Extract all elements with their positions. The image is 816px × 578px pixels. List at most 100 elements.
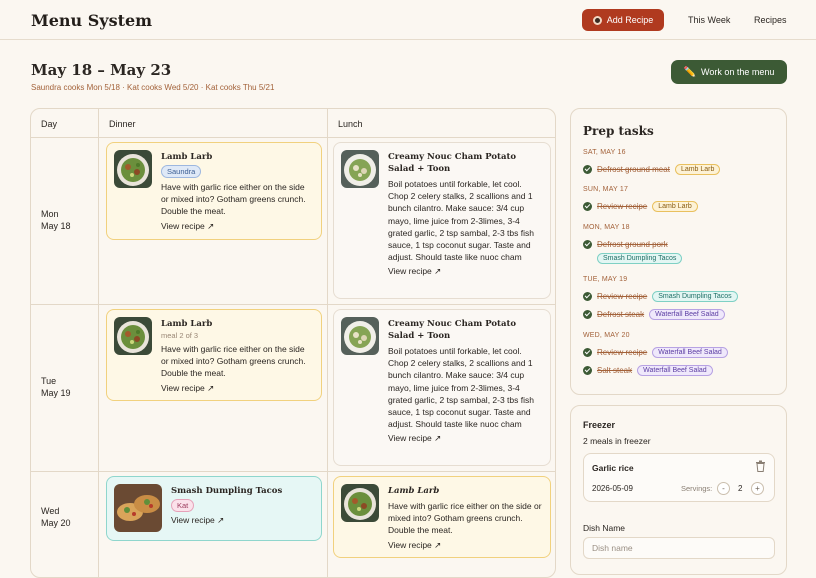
lunch-card[interactable]: Lamb Larb Have with garlic rice either o… bbox=[333, 476, 551, 558]
prep-task[interactable]: Salt steak Waterfall Beef Salad bbox=[583, 364, 713, 377]
recipe-tag-wrap: Smash Dumpling Tacos bbox=[597, 252, 683, 264]
prep-task[interactable]: Review recipe Lamb Larb bbox=[583, 200, 698, 213]
day-name: Tue bbox=[41, 376, 57, 386]
task-name: Salt steak bbox=[597, 366, 633, 375]
view-recipe-link[interactable]: View recipe ↗ bbox=[171, 515, 313, 526]
view-recipe-link[interactable]: View recipe ↗ bbox=[388, 540, 542, 551]
recipe-tag: Waterfall Beef Salad bbox=[637, 365, 713, 376]
recipe-thumbnail bbox=[341, 484, 379, 522]
checked-icon[interactable] bbox=[583, 366, 592, 375]
column-divider bbox=[327, 109, 328, 577]
day-label: Wed May 20 bbox=[41, 505, 71, 529]
checked-icon[interactable] bbox=[583, 165, 592, 174]
task-name: Review recipe bbox=[597, 202, 648, 211]
freezer-item-name: Garlic rice bbox=[592, 463, 634, 473]
prep-tasks-title: Prep tasks bbox=[583, 124, 654, 138]
recipe-title: Creamy Nouc Cham Potato Salad + Toon bbox=[388, 152, 517, 174]
dish-name-input[interactable] bbox=[583, 537, 775, 559]
recipe-tag: Waterfall Beef Salad bbox=[652, 347, 728, 358]
recipe-thumbnail bbox=[341, 150, 379, 188]
lunch-card[interactable]: Creamy Nouc Cham Potato Salad + Toon Boi… bbox=[333, 309, 551, 466]
top-bar: Menu System Add Recipe This Week Recipes bbox=[0, 0, 816, 40]
row-divider bbox=[31, 137, 555, 138]
view-recipe-link[interactable]: View recipe ↗ bbox=[388, 433, 542, 444]
task-name: Review recipe bbox=[597, 348, 648, 357]
recipe-thumbnail bbox=[114, 484, 162, 532]
prep-task[interactable]: Review recipe Waterfall Beef Salad bbox=[583, 346, 728, 359]
nav-this-week[interactable]: This Week bbox=[688, 15, 730, 25]
recipe-description: Have with garlic rice either on the side… bbox=[161, 182, 306, 217]
prep-date-header: MON, MAY 18 bbox=[583, 224, 630, 231]
recipe-tag: Lamb Larb bbox=[674, 164, 721, 175]
checked-icon[interactable] bbox=[583, 348, 592, 357]
prep-date-header: SAT, MAY 16 bbox=[583, 149, 626, 156]
checked-icon[interactable] bbox=[583, 292, 592, 301]
dinner-card[interactable]: Lamb Larb meal 2 of 3 Have with garlic r… bbox=[106, 309, 322, 401]
servings-label: Servings: bbox=[681, 484, 713, 493]
menu-table: Day Dinner Lunch Mon May 18 Lamb Larb Sa… bbox=[30, 108, 556, 578]
work-on-menu-button[interactable]: ✏️ Work on the menu bbox=[671, 60, 787, 84]
add-recipe-button[interactable]: Add Recipe bbox=[582, 9, 664, 31]
dinner-card[interactable]: Smash Dumpling Tacos Kat View recipe ↗ bbox=[106, 476, 322, 541]
recipe-tag: Smash Dumpling Tacos bbox=[597, 253, 683, 264]
recipe-tag: Smash Dumpling Tacos bbox=[652, 291, 738, 302]
task-name: Defrost steak bbox=[597, 310, 645, 319]
day-date: May 20 bbox=[41, 518, 71, 528]
checked-icon[interactable] bbox=[583, 202, 592, 211]
day-label: Mon May 18 bbox=[41, 208, 71, 232]
week-subtitle: Saundra cooks Mon 5/18 · Kat cooks Wed 5… bbox=[31, 83, 275, 92]
trash-icon[interactable] bbox=[755, 460, 766, 474]
day-name: Wed bbox=[41, 506, 60, 516]
day-date: May 19 bbox=[41, 388, 71, 398]
view-recipe-link[interactable]: View recipe ↗ bbox=[388, 266, 542, 277]
dish-name-label: Dish Name bbox=[583, 523, 626, 533]
nav-recipes[interactable]: Recipes bbox=[754, 15, 787, 25]
week-title: May 18 – May 23 bbox=[31, 61, 172, 79]
recipe-description: Boil potatoes until forkable, let cool. … bbox=[388, 346, 534, 430]
recipe-description: Boil potatoes until forkable, let cool. … bbox=[388, 179, 534, 263]
work-on-menu-label: Work on the menu bbox=[701, 67, 775, 77]
checked-icon[interactable] bbox=[583, 310, 592, 319]
task-name: Defrost ground pork bbox=[597, 240, 668, 249]
decrease-servings-button[interactable]: - bbox=[717, 482, 730, 495]
day-label: Tue May 19 bbox=[41, 375, 71, 399]
column-header-dinner: Dinner bbox=[109, 119, 136, 129]
freezer-item: Garlic rice 2026-05-09 Servings: - 2 + bbox=[583, 453, 775, 502]
recipe-title: Creamy Nouc Cham Potato Salad + Toon bbox=[388, 319, 517, 341]
freezer-item-date: 2026-05-09 bbox=[592, 484, 633, 493]
view-recipe-link[interactable]: View recipe ↗ bbox=[161, 383, 313, 394]
view-recipe-link[interactable]: View recipe ↗ bbox=[161, 221, 313, 232]
app-title: Menu System bbox=[31, 11, 153, 30]
column-divider bbox=[98, 109, 99, 577]
prep-task[interactable]: Defrost ground meat Lamb Larb bbox=[583, 163, 721, 176]
recipe-thumbnail bbox=[114, 150, 152, 188]
dinner-card[interactable]: Lamb Larb Saundra Have with garlic rice … bbox=[106, 142, 322, 240]
freezer-count: 2 meals in freezer bbox=[583, 436, 651, 446]
prep-task[interactable]: Defrost steak Waterfall Beef Salad bbox=[583, 308, 725, 321]
checked-icon[interactable] bbox=[583, 240, 592, 249]
recipe-title: Smash Dumpling Tacos bbox=[171, 486, 283, 496]
row-divider bbox=[31, 304, 555, 305]
recipe-title: Lamb Larb bbox=[388, 486, 440, 496]
task-name: Review recipe bbox=[597, 292, 648, 301]
add-recipe-label: Add Recipe bbox=[606, 15, 654, 25]
increase-servings-button[interactable]: + bbox=[751, 482, 764, 495]
cook-badge: Kat bbox=[171, 499, 195, 512]
cook-badge: Saundra bbox=[161, 165, 202, 178]
column-header-lunch: Lunch bbox=[338, 119, 363, 129]
recipe-description: Have with garlic rice either on the side… bbox=[161, 344, 306, 379]
day-date: May 18 bbox=[41, 221, 71, 231]
column-header-day: Day bbox=[41, 119, 58, 129]
servings-value: 2 bbox=[738, 484, 743, 493]
recipe-thumbnail bbox=[114, 317, 152, 355]
prep-task[interactable]: Defrost ground pork bbox=[583, 238, 668, 251]
freezer-title: Freezer bbox=[583, 420, 616, 430]
pan-icon bbox=[592, 15, 602, 25]
freezer-panel: Freezer 2 meals in freezer Garlic rice 2… bbox=[570, 405, 787, 575]
recipe-tag: Lamb Larb bbox=[652, 201, 698, 212]
day-name: Mon bbox=[41, 209, 59, 219]
lunch-card[interactable]: Creamy Nouc Cham Potato Salad + Toon Boi… bbox=[333, 142, 551, 299]
row-divider bbox=[31, 471, 555, 472]
prep-task[interactable]: Review recipe Smash Dumpling Tacos bbox=[583, 290, 738, 303]
recipe-title: Lamb Larb bbox=[161, 152, 213, 162]
